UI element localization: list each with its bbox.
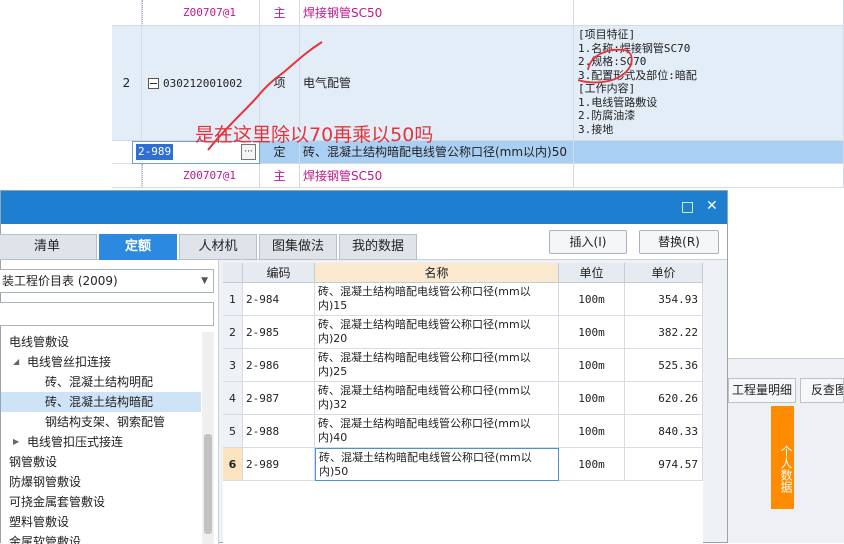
tab-reverse-lookup[interactable]: 反查图 — [800, 378, 844, 403]
row-number[interactable]: 6 — [223, 448, 243, 481]
tree-item[interactable]: 塑料管敷设 — [1, 512, 201, 532]
tab-quota[interactable]: 定额 — [99, 234, 177, 260]
catalog-select[interactable]: 装工程价目表 (2009) ▼ — [0, 269, 214, 293]
tab-labor-material-machine[interactable]: 人材机 — [179, 234, 257, 260]
replace-button[interactable]: 替换(R) — [639, 230, 719, 254]
tab-quantity-detail[interactable]: 工程量明细 — [728, 378, 796, 403]
chevron-down-icon: ▼ — [201, 276, 208, 286]
collapse-arrow-icon[interactable]: ◢ — [13, 352, 19, 372]
tab-my-data[interactable]: 我的数据 — [339, 234, 417, 260]
tab-atlas-method[interactable]: 图集做法 — [259, 234, 337, 260]
row-price[interactable]: 382.22 — [625, 316, 703, 349]
tree-item-label: 砖、混凝土结构明配 — [45, 375, 154, 389]
tree-item-label: 钢管敷设 — [9, 455, 58, 469]
col-header-code[interactable]: 编码 — [243, 263, 315, 283]
quota-lookup-dialog: □ ✕ 清单 定额 人材机 图集做法 我的数据 插入(I) 替换(R) 装工程价… — [0, 190, 728, 544]
tree-item[interactable]: 电线管敷设 — [1, 332, 201, 352]
row-name[interactable]: 砖、混凝土结构暗配电线管公称口径(mm以内)32 — [315, 382, 559, 415]
tree-item-label: 砖、混凝土结构暗配 — [45, 395, 154, 409]
row-name[interactable]: 砖、混凝土结构暗配电线管公称口径(mm以内)40 — [315, 415, 559, 448]
row-number[interactable]: 1 — [223, 283, 243, 316]
tree-item[interactable]: ▶ 电线管扣压式接连 — [1, 432, 201, 452]
row-code[interactable]: 2-987 — [243, 382, 315, 415]
catalog-search-input[interactable] — [0, 302, 214, 326]
row-unit[interactable]: 100m — [559, 415, 625, 448]
row-number[interactable]: 4 — [223, 382, 243, 415]
tree-item-label: 电线管丝扣连接 — [27, 355, 112, 369]
tree-item[interactable]: 砖、混凝土结构明配 — [1, 372, 201, 392]
dialog-titlebar: □ ✕ — [1, 191, 727, 224]
tree-item-label: 可挠金属套管敷设 — [9, 495, 106, 509]
row-price[interactable]: 525.36 — [625, 349, 703, 382]
col-header-price[interactable]: 单价 — [625, 263, 703, 283]
tree-item-label: 电线管敷设 — [9, 335, 70, 349]
col-header-name[interactable]: 名称 — [315, 263, 559, 283]
row-price[interactable]: 974.57 — [625, 448, 703, 481]
tree-item[interactable]: 砖、混凝土结构暗配 — [1, 392, 201, 412]
row-code[interactable]: 2-989 — [243, 448, 315, 481]
quota-result-grid: 编码 名称 单位 单价 1 2-984 砖、混凝土结构暗配电线管公称口径(mm以内)… — [223, 263, 703, 544]
tree-item[interactable]: 可挠金属套管敷设 — [1, 492, 201, 512]
tree-item-label: 电线管扣压式接连 — [27, 435, 124, 449]
row-price[interactable]: 840.33 — [625, 415, 703, 448]
row-name[interactable]: 砖、混凝土结构暗配电线管公称口径(mm以内)25 — [315, 349, 559, 382]
row-price[interactable]: 620.26 — [625, 382, 703, 415]
catalog-panel: 装工程价目表 (2009) ▼ 电线管敷设 ◢ 电线管丝扣连接砖、混凝土结构明配 砖、… — [0, 260, 219, 544]
tree-item[interactable]: 钢结构支架、钢索配管 — [1, 412, 201, 432]
catalog-select-value: 装工程价目表 (2009) — [2, 274, 118, 288]
row-number[interactable]: 2 — [223, 316, 243, 349]
row-number[interactable]: 3 — [223, 349, 243, 382]
row-unit[interactable]: 100m — [559, 349, 625, 382]
row-unit[interactable]: 100m — [559, 283, 625, 316]
tree-item-label: 钢结构支架、钢索配管 — [45, 415, 166, 429]
expand-arrow-icon[interactable]: ▶ — [13, 432, 19, 452]
row-name[interactable]: 砖、混凝土结构暗配电线管公称口径(mm以内)15 — [315, 283, 559, 316]
row-code[interactable]: 2-984 — [243, 283, 315, 316]
insert-button[interactable]: 插入(I) — [549, 230, 627, 254]
tree-item[interactable]: 金属软管敷设 — [1, 532, 201, 544]
row-code[interactable]: 2-985 — [243, 316, 315, 349]
annotation-circle-stroke — [577, 48, 633, 84]
close-icon[interactable]: ✕ — [706, 198, 718, 214]
row-number[interactable]: 5 — [223, 415, 243, 448]
row-code[interactable]: 2-986 — [243, 349, 315, 382]
annotation-text: 是在这里除以70再乘以50吗 — [195, 124, 434, 146]
tree-item[interactable]: 钢管敷设 — [1, 452, 201, 472]
tree-scrollbar-thumb[interactable] — [204, 434, 212, 534]
grid-corner — [223, 263, 243, 283]
restore-icon[interactable]: □ — [681, 199, 694, 215]
row-unit[interactable]: 100m — [559, 382, 625, 415]
tree-scrollbar[interactable] — [202, 332, 214, 544]
tree-item[interactable]: 防爆钢管敷设 — [1, 472, 201, 492]
dialog-tabbar: 清单 定额 人材机 图集做法 我的数据 插入(I) 替换(R) — [0, 224, 727, 260]
row-unit[interactable]: 100m — [559, 316, 625, 349]
col-header-unit[interactable]: 单位 — [559, 263, 625, 283]
row-unit[interactable]: 100m — [559, 448, 625, 481]
tree-item[interactable]: ◢ 电线管丝扣连接 — [1, 352, 201, 372]
row-price[interactable]: 354.93 — [625, 283, 703, 316]
personal-data-side-button[interactable]: 个人数据 — [771, 406, 794, 509]
tab-bill-list[interactable]: 清单 — [0, 234, 97, 260]
row-name[interactable]: 砖、混凝土结构暗配电线管公称口径(mm以内)20 — [315, 316, 559, 349]
tree-item-label: 防爆钢管敷设 — [9, 475, 82, 489]
tree-item-label: 塑料管敷设 — [9, 515, 70, 529]
row-name[interactable]: 砖、混凝土结构暗配电线管公称口径(mm以内)50 — [315, 448, 559, 481]
catalog-tree: 电线管敷设 ◢ 电线管丝扣连接砖、混凝土结构明配 砖、混凝土结构暗配 钢结构支架、钢索配… — [1, 332, 201, 544]
row-code[interactable]: 2-988 — [243, 415, 315, 448]
